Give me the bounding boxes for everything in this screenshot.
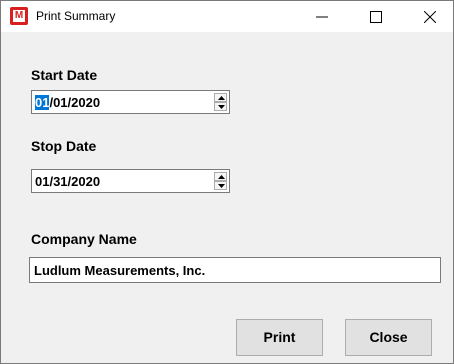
stop-date-spin-up-button[interactable] [214,172,227,181]
close-icon [424,11,436,23]
stop-date-spinner[interactable] [214,172,227,190]
company-name-field[interactable]: Ludlum Measurements, Inc. [29,257,441,283]
title-bar[interactable]: M Print Summary [1,1,453,32]
chevron-down-icon [218,184,225,188]
company-name-label: Company Name [31,231,137,247]
app-icon: M [10,7,28,25]
start-date-spin-down-button[interactable] [214,102,227,111]
start-date-rest: /01/2020 [49,95,101,110]
close-window-button[interactable] [407,1,453,32]
app-icon-letter: M [13,10,25,22]
minimize-icon [316,16,328,18]
stop-date-spin-down-button[interactable] [214,181,227,190]
start-date-label: Start Date [31,67,98,83]
chevron-down-icon [218,105,225,109]
stop-date-value[interactable]: 01/31/2020 [35,174,100,189]
chevron-up-icon [218,96,225,100]
stop-date-label: Stop Date [31,138,97,154]
minimize-button[interactable] [299,1,345,32]
start-date-spin-up-button[interactable] [214,93,227,102]
chevron-up-icon [218,175,225,179]
maximize-button[interactable] [353,1,399,32]
maximize-icon [370,11,382,23]
print-button[interactable]: Print [236,319,323,356]
start-date-picker[interactable]: 01/01/2020 [31,90,230,114]
close-button[interactable]: Close [345,319,432,356]
company-name-value[interactable]: Ludlum Measurements, Inc. [34,263,205,278]
start-date-spinner[interactable] [214,93,227,111]
stop-date-picker[interactable]: 01/31/2020 [31,169,230,193]
window-title: Print Summary [36,9,116,23]
start-date-month-selection[interactable]: 01 [35,95,50,110]
print-summary-dialog: M Print Summary Start Date 01/01/2020 St… [0,0,454,364]
start-date-value[interactable]: 01/01/2020 [35,95,100,110]
